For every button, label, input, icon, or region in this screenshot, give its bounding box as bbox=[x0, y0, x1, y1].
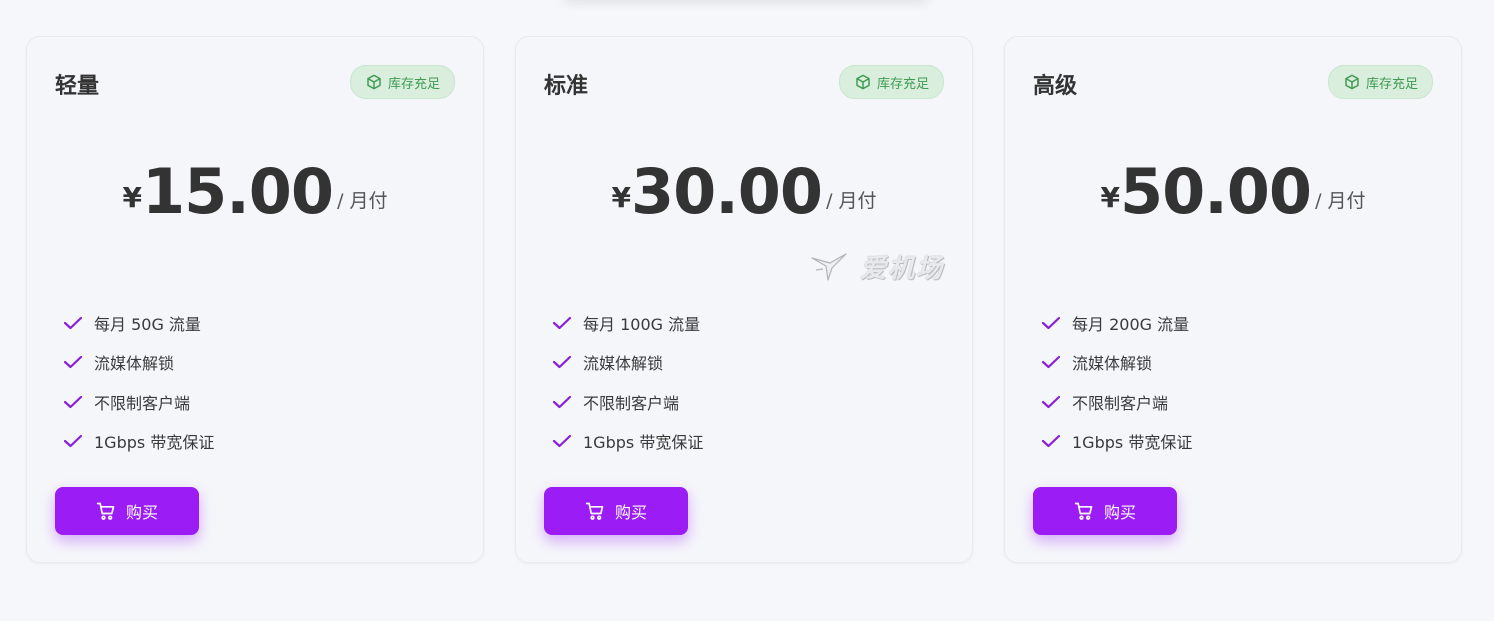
price-period: / 月付 bbox=[1315, 190, 1366, 212]
check-icon bbox=[1041, 435, 1061, 448]
feature-text: 不限制客户端 bbox=[94, 393, 191, 413]
cart-icon bbox=[585, 502, 604, 520]
feature-item: 不限制客户端 bbox=[1041, 382, 1192, 422]
stock-status-badge: 库存充足 bbox=[838, 65, 944, 99]
price-amount: 50.00 bbox=[1119, 155, 1312, 228]
check-icon bbox=[63, 395, 83, 408]
plan-name: 标准 bbox=[544, 74, 589, 99]
check-icon bbox=[1041, 316, 1061, 329]
price: ¥50.00/ 月付 bbox=[1005, 155, 1461, 228]
feature-text: 每月 50G 流量 bbox=[94, 314, 201, 334]
buy-button[interactable]: 购买 bbox=[55, 487, 199, 535]
feature-text: 每月 100G 流量 bbox=[583, 314, 701, 334]
check-icon bbox=[63, 316, 83, 329]
feature-item: 每月 50G 流量 bbox=[63, 303, 214, 343]
feature-item: 1Gbps 带宽保证 bbox=[1041, 422, 1192, 462]
price: ¥15.00/ 月付 bbox=[27, 155, 483, 228]
plan-card-light: 轻量 库存充足 ¥15.00/ 月付 每月 50G 流量 流媒体解锁 不限制客户… bbox=[26, 36, 484, 563]
cart-icon bbox=[96, 502, 115, 520]
feature-list: 每月 200G 流量 流媒体解锁 不限制客户端 1Gbps 带宽保证 bbox=[1041, 303, 1192, 461]
check-icon bbox=[63, 435, 83, 448]
feature-item: 每月 200G 流量 bbox=[1041, 303, 1192, 343]
feature-item: 不限制客户端 bbox=[552, 382, 703, 422]
plan-name: 轻量 bbox=[55, 74, 100, 99]
feature-item: 1Gbps 带宽保证 bbox=[552, 422, 703, 462]
stock-status-label: 库存充足 bbox=[876, 76, 929, 92]
feature-text: 不限制客户端 bbox=[1072, 393, 1169, 413]
buy-button-label: 购买 bbox=[125, 503, 158, 522]
feature-list: 每月 50G 流量 流媒体解锁 不限制客户端 1Gbps 带宽保证 bbox=[63, 303, 214, 461]
stock-status-badge: 库存充足 bbox=[1327, 65, 1433, 99]
plan-name: 高级 bbox=[1033, 74, 1078, 99]
feature-item: 流媒体解锁 bbox=[1041, 343, 1192, 383]
plane-logo-icon bbox=[811, 252, 847, 281]
price-amount: 30.00 bbox=[630, 155, 823, 228]
feature-text: 流媒体解锁 bbox=[583, 354, 664, 374]
check-icon bbox=[552, 316, 572, 329]
feature-text: 1Gbps 带宽保证 bbox=[1072, 433, 1193, 453]
feature-item: 流媒体解锁 bbox=[552, 343, 703, 383]
check-icon bbox=[63, 356, 83, 369]
feature-text: 1Gbps 带宽保证 bbox=[583, 433, 704, 453]
watermark: 爱机场 bbox=[808, 248, 944, 285]
price-currency: ¥ bbox=[1100, 181, 1120, 214]
cart-icon bbox=[1074, 502, 1093, 520]
price-currency: ¥ bbox=[122, 181, 142, 214]
check-icon bbox=[552, 356, 572, 369]
feature-text: 每月 200G 流量 bbox=[1072, 314, 1190, 334]
check-icon bbox=[552, 435, 572, 448]
check-icon bbox=[1041, 395, 1061, 408]
price-currency: ¥ bbox=[611, 181, 631, 214]
feature-item: 每月 100G 流量 bbox=[552, 303, 703, 343]
check-icon bbox=[1041, 356, 1061, 369]
stock-status-label: 库存充足 bbox=[387, 76, 440, 92]
pricing-cards: 轻量 库存充足 ¥15.00/ 月付 每月 50G 流量 流媒体解锁 不限制客户… bbox=[26, 36, 1462, 563]
feature-list: 每月 100G 流量 流媒体解锁 不限制客户端 1Gbps 带宽保证 bbox=[552, 303, 703, 461]
plan-card-standard: 标准 库存充足 ¥30.00/ 月付 每月 100G 流量 流媒体解锁 不限制客… bbox=[515, 36, 973, 563]
stock-status-badge: 库存充足 bbox=[349, 65, 455, 99]
feature-item: 不限制客户端 bbox=[63, 382, 214, 422]
check-icon bbox=[552, 395, 572, 408]
price-amount: 15.00 bbox=[141, 155, 334, 228]
cube-icon bbox=[366, 74, 382, 90]
feature-text: 不限制客户端 bbox=[583, 393, 680, 413]
buy-button[interactable]: 购买 bbox=[1033, 487, 1177, 535]
feature-text: 1Gbps 带宽保证 bbox=[94, 433, 215, 453]
stock-status-label: 库存充足 bbox=[1365, 76, 1418, 92]
buy-button-label: 购买 bbox=[614, 503, 647, 522]
cube-icon bbox=[855, 74, 871, 90]
feature-item: 1Gbps 带宽保证 bbox=[63, 422, 214, 462]
buy-button-label: 购买 bbox=[1103, 503, 1136, 522]
feature-text: 流媒体解锁 bbox=[94, 354, 175, 374]
plan-card-premium: 高级 库存充足 ¥50.00/ 月付 每月 200G 流量 流媒体解锁 不限制客… bbox=[1004, 36, 1462, 563]
price: ¥30.00/ 月付 bbox=[516, 155, 972, 228]
watermark-text: 爱机场 bbox=[860, 254, 945, 284]
price-period: / 月付 bbox=[826, 190, 877, 212]
feature-item: 流媒体解锁 bbox=[63, 343, 214, 383]
feature-text: 流媒体解锁 bbox=[1072, 354, 1153, 374]
price-period: / 月付 bbox=[337, 190, 388, 212]
cube-icon bbox=[1344, 74, 1360, 90]
buy-button[interactable]: 购买 bbox=[544, 487, 688, 535]
